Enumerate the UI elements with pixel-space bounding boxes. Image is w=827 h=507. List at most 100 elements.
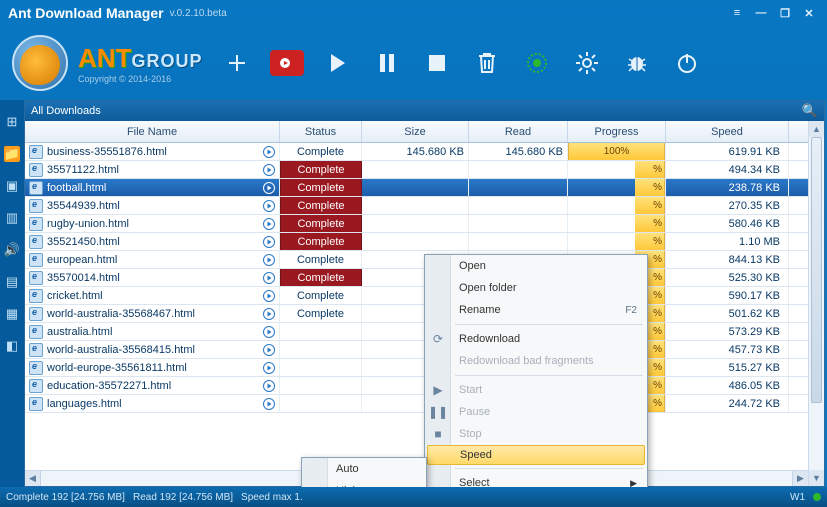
image-icon[interactable]: ▦ bbox=[4, 306, 20, 322]
table-row[interactable]: european.htmlComplete%844.13 KB bbox=[25, 251, 808, 269]
play-row-icon[interactable] bbox=[263, 290, 275, 302]
vertical-scrollbar[interactable]: ▲ ▼ bbox=[808, 121, 824, 486]
stop-button[interactable] bbox=[420, 46, 454, 80]
close-button[interactable]: ✕ bbox=[799, 5, 819, 21]
play-row-icon[interactable] bbox=[263, 344, 275, 356]
logo: ant GROUP Copyright © 2014-2016 bbox=[12, 35, 202, 91]
ie-file-icon bbox=[29, 289, 43, 303]
cell-progress: % bbox=[568, 179, 666, 196]
start-button[interactable] bbox=[320, 46, 354, 80]
table-row[interactable]: 35521450.htmlComplete%1.10 MB bbox=[25, 233, 808, 251]
cell-size bbox=[362, 215, 469, 232]
ctx-redownload[interactable]: ⟳Redownload bbox=[425, 328, 647, 350]
play-row-icon[interactable] bbox=[263, 182, 275, 194]
scroll-right-icon[interactable]: ▶ bbox=[792, 471, 808, 486]
table-row[interactable]: world-australia-35568415.html%457.73 KB bbox=[25, 341, 808, 359]
audio-icon[interactable]: 🔊 bbox=[4, 242, 20, 258]
ie-file-icon bbox=[29, 163, 43, 177]
ctx-open[interactable]: Open bbox=[425, 255, 647, 277]
cell-progress: % bbox=[568, 215, 666, 232]
progress-bar: % bbox=[635, 161, 665, 178]
ctx-speed[interactable]: Speed bbox=[427, 445, 645, 465]
scrollbar-thumb[interactable] bbox=[811, 137, 822, 403]
settings-button[interactable] bbox=[570, 46, 604, 80]
play-row-icon[interactable] bbox=[263, 146, 275, 158]
table-row[interactable]: football.htmlComplete%238.78 KB bbox=[25, 179, 808, 197]
play-row-icon[interactable] bbox=[263, 254, 275, 266]
file-name-text: 35544939.html bbox=[47, 200, 120, 212]
play-row-icon[interactable] bbox=[263, 326, 275, 338]
file-name-text: football.html bbox=[47, 182, 106, 194]
table-row[interactable]: world-australia-35568467.htmlComplete%50… bbox=[25, 305, 808, 323]
play-row-icon[interactable] bbox=[263, 236, 275, 248]
brand-ant: ant bbox=[78, 43, 131, 74]
table-row[interactable]: 35570014.htmlComplete%525.30 KB bbox=[25, 269, 808, 287]
folder-icon[interactable]: 📁 bbox=[4, 146, 20, 162]
video-icon[interactable]: ▤ bbox=[4, 274, 20, 290]
cell-size bbox=[362, 233, 469, 250]
ctx-rename[interactable]: RenameF2 bbox=[425, 299, 647, 321]
power-button[interactable] bbox=[670, 46, 704, 80]
pause-button[interactable] bbox=[370, 46, 404, 80]
table-row[interactable]: australia.html%573.29 KB bbox=[25, 323, 808, 341]
add-button[interactable] bbox=[220, 46, 254, 80]
speed-submenu: Auto High Medium Low 1000 Kb/s Default bbox=[301, 457, 427, 487]
search-icon[interactable]: 🔍 bbox=[802, 103, 818, 119]
brand-group: GROUP bbox=[131, 51, 202, 72]
col-status[interactable]: Status bbox=[280, 121, 362, 142]
minimize-button[interactable]: — bbox=[751, 5, 771, 21]
archive-icon[interactable]: ▣ bbox=[4, 178, 20, 194]
col-size[interactable]: Size bbox=[362, 121, 469, 142]
cell-speed: 238.78 KB bbox=[666, 179, 789, 196]
scheduler-button[interactable] bbox=[520, 46, 554, 80]
table-row[interactable]: world-europe-35561811.html%515.27 KB bbox=[25, 359, 808, 377]
play-row-icon[interactable] bbox=[263, 362, 275, 374]
play-row-icon[interactable] bbox=[263, 398, 275, 410]
table-row[interactable]: languages.html%244.72 KB bbox=[25, 395, 808, 413]
scroll-down-icon[interactable]: ▼ bbox=[809, 470, 824, 486]
table-row[interactable]: 35571122.htmlComplete%494.34 KB bbox=[25, 161, 808, 179]
table-row[interactable]: education-35572271.html%486.05 KB bbox=[25, 377, 808, 395]
ie-file-icon bbox=[29, 217, 43, 231]
cell-read bbox=[469, 233, 568, 250]
ie-file-icon bbox=[29, 235, 43, 249]
col-progress[interactable]: Progress bbox=[568, 121, 666, 142]
ctx-select[interactable]: Select▶ bbox=[425, 472, 647, 487]
delete-button[interactable] bbox=[470, 46, 504, 80]
table-row[interactable]: business-35551876.htmlComplete145.680 KB… bbox=[25, 143, 808, 161]
col-speed[interactable]: Speed bbox=[666, 121, 789, 142]
stop-icon: ■ bbox=[430, 426, 446, 442]
tree-view-icon[interactable]: ⊞ bbox=[4, 114, 20, 130]
cell-size bbox=[362, 197, 469, 214]
play-row-icon[interactable] bbox=[263, 272, 275, 284]
cell-progress: 100% bbox=[568, 143, 666, 160]
app-icon[interactable]: ◧ bbox=[4, 338, 20, 354]
play-row-icon[interactable] bbox=[263, 308, 275, 320]
cell-filename: languages.html bbox=[25, 395, 280, 412]
scroll-up-icon[interactable]: ▲ bbox=[809, 121, 824, 137]
table-row[interactable]: cricket.htmlComplete%590.17 KB bbox=[25, 287, 808, 305]
cell-speed: 501.62 KB bbox=[666, 305, 789, 322]
video-capture-button[interactable] bbox=[270, 50, 304, 76]
ctx-open-folder[interactable]: Open folder bbox=[425, 277, 647, 299]
col-read[interactable]: Read bbox=[469, 121, 568, 142]
grid-body[interactable]: business-35551876.htmlComplete145.680 KB… bbox=[25, 143, 808, 470]
play-row-icon[interactable] bbox=[263, 218, 275, 230]
table-row[interactable]: 35544939.htmlComplete%270.35 KB bbox=[25, 197, 808, 215]
table-row[interactable]: rugby-union.htmlComplete%580.46 KB bbox=[25, 215, 808, 233]
speed-auto[interactable]: Auto bbox=[302, 458, 426, 480]
play-row-icon[interactable] bbox=[263, 380, 275, 392]
play-row-icon[interactable] bbox=[263, 200, 275, 212]
maximize-button[interactable]: ❐ bbox=[775, 5, 795, 21]
ie-file-icon bbox=[29, 343, 43, 357]
col-filename[interactable]: File Name bbox=[25, 121, 280, 142]
menu-icon[interactable]: ≡ bbox=[727, 5, 747, 21]
bug-report-button[interactable] bbox=[620, 46, 654, 80]
cell-read: 145.680 KB bbox=[469, 143, 568, 160]
file-name-text: world-australia-35568467.html bbox=[47, 308, 195, 320]
speed-high[interactable]: High bbox=[302, 480, 426, 487]
document-icon[interactable]: ▥ bbox=[4, 210, 20, 226]
play-row-icon[interactable] bbox=[263, 164, 275, 176]
scroll-left-icon[interactable]: ◀ bbox=[25, 471, 41, 486]
status-speed: Speed max 1. bbox=[241, 492, 303, 503]
